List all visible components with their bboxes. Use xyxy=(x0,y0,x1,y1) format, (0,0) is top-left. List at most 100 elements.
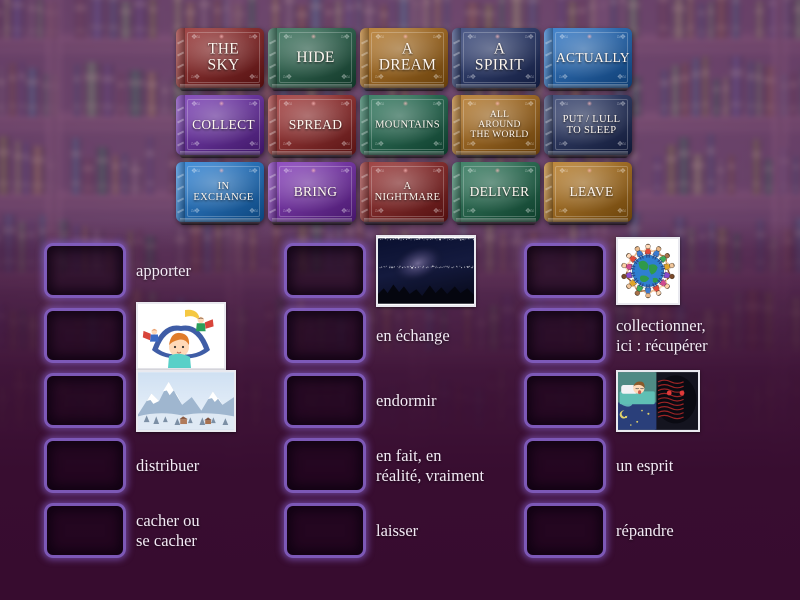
answer-text: endormir xyxy=(376,390,437,410)
card-corner-flourish-icon: ≈❖ xyxy=(248,100,258,108)
card-corner-flourish-icon: ≈❖ xyxy=(467,140,476,148)
answer-cell xyxy=(44,301,284,370)
word-card[interactable]: ❖≈ ≈❖ ≈❖ ❖≈ COLLECT xyxy=(176,95,264,158)
answer-cell xyxy=(44,368,284,433)
answer-text: un esprit xyxy=(616,455,674,475)
card-row: ❖≈ ≈❖ ≈❖ ❖≈ COLLECT ❖≈ ≈❖ ≈❖ ❖≈ SPREAD ❖≈ ≈❖ ≈❖ ❖≈ MOU… xyxy=(176,95,632,158)
card-center-ornament-icon xyxy=(219,168,224,173)
word-card[interactable]: ❖≈ ≈❖ ≈❖ ❖≈ ALL AROUND THE WORLD xyxy=(452,95,540,158)
word-card[interactable]: ❖≈ ≈❖ ≈❖ ❖≈ HIDE xyxy=(268,28,356,91)
drop-slot[interactable] xyxy=(44,243,126,298)
card-pages-edge xyxy=(364,218,444,225)
card-center-ornament-icon xyxy=(587,34,592,39)
answer-text: en fait, en réalité, vraiment xyxy=(376,445,485,485)
card-corner-flourish-icon: ❖≈ xyxy=(283,33,292,41)
card-spine xyxy=(360,162,369,222)
card-corner-flourish-icon: ❖≈ xyxy=(559,33,568,41)
card-corner-flourish-icon: ≈❖ xyxy=(467,73,476,81)
card-pages-edge xyxy=(456,84,536,91)
drop-slot[interactable] xyxy=(524,243,606,298)
card-pages-edge xyxy=(180,151,260,158)
drop-slot[interactable] xyxy=(524,503,606,558)
answer-text: apporter xyxy=(136,260,191,280)
word-card[interactable]: ❖≈ ≈❖ ≈❖ ❖≈ BRING xyxy=(268,162,356,225)
card-corner-flourish-icon: ≈❖ xyxy=(524,33,534,41)
card-corner-flourish-icon: ❖≈ xyxy=(524,140,534,148)
word-card[interactable]: ❖≈ ≈❖ ≈❖ ❖≈ THE SKY xyxy=(176,28,264,91)
drop-slot[interactable] xyxy=(44,373,126,428)
card-corner-flourish-icon: ≈❖ xyxy=(340,33,350,41)
word-card[interactable]: ❖≈ ≈❖ ≈❖ ❖≈ MOUNTAINS xyxy=(360,95,448,158)
word-card[interactable]: ❖≈ ≈❖ ≈❖ ❖≈ A NIGHTMARE xyxy=(360,162,448,225)
answer-cell: en échange xyxy=(284,303,524,368)
card-center-ornament-icon xyxy=(311,34,316,39)
card-corner-flourish-icon: ❖≈ xyxy=(191,33,200,41)
drop-slot[interactable] xyxy=(284,438,366,493)
card-cover: ❖≈ ≈❖ ≈❖ ❖≈ xyxy=(360,162,448,222)
answer-cell: distribuer xyxy=(44,433,284,498)
card-corner-flourish-icon: ❖≈ xyxy=(375,100,384,108)
card-corner-flourish-icon: ❖≈ xyxy=(340,73,350,81)
word-card[interactable]: ❖≈ ≈❖ ≈❖ ❖≈ PUT / LULL TO SLEEP xyxy=(544,95,632,158)
card-spine xyxy=(360,28,369,88)
answer-cell: cacher ou se cacher xyxy=(44,498,284,563)
card-center-ornament-icon xyxy=(403,168,408,173)
card-spine xyxy=(544,95,553,155)
card-center-ornament-icon xyxy=(495,34,500,39)
card-corner-flourish-icon: ≈❖ xyxy=(191,140,200,148)
word-card[interactable]: ❖≈ ≈❖ ≈❖ ❖≈ DELIVER xyxy=(452,162,540,225)
answer-cell: répandre xyxy=(524,498,784,563)
answer-cell: collectionner, ici : récupérer xyxy=(524,303,784,368)
answer-image-night-sky-stars-photo xyxy=(376,234,476,307)
card-cover: ❖≈ ≈❖ ≈❖ ❖≈ xyxy=(268,95,356,155)
card-pages-edge xyxy=(180,84,260,91)
card-center-ornament-icon xyxy=(311,101,316,106)
card-corner-flourish-icon: ❖≈ xyxy=(432,73,442,81)
drop-slot[interactable] xyxy=(284,373,366,428)
answer-text: cacher ou se cacher xyxy=(136,510,200,550)
card-row: ❖≈ ≈❖ ≈❖ ❖≈ IN EXCHANGE ❖≈ ≈❖ ≈❖ ❖≈ BRING ❖≈ ≈❖ ≈❖ ❖≈ A… xyxy=(176,162,632,225)
word-card[interactable]: ❖≈ ≈❖ ≈❖ ❖≈ A DREAM xyxy=(360,28,448,91)
card-center-ornament-icon xyxy=(311,168,316,173)
word-card[interactable]: ❖≈ ≈❖ ≈❖ ❖≈ IN EXCHANGE xyxy=(176,162,264,225)
card-corner-flourish-icon: ❖≈ xyxy=(467,167,476,175)
card-corner-flourish-icon: ❖≈ xyxy=(340,207,350,215)
drop-slot[interactable] xyxy=(44,308,126,363)
card-corner-flourish-icon: ❖≈ xyxy=(524,207,534,215)
drop-slot[interactable] xyxy=(524,438,606,493)
card-corner-flourish-icon: ≈❖ xyxy=(283,140,292,148)
answer-image-child-dreaming-illustration xyxy=(136,301,226,370)
drop-slot[interactable] xyxy=(524,373,606,428)
word-card[interactable]: ❖≈ ≈❖ ≈❖ ❖≈ ACTUALLY xyxy=(544,28,632,91)
answer-text: répandre xyxy=(616,520,674,540)
card-pages-edge xyxy=(548,151,628,158)
drop-slot[interactable] xyxy=(524,308,606,363)
answer-content: en fait, en réalité, vraiment xyxy=(366,446,524,486)
card-cover: ❖≈ ≈❖ ≈❖ ❖≈ xyxy=(452,162,540,222)
answer-text: en échange xyxy=(376,325,450,345)
answer-content: en échange xyxy=(366,326,524,346)
card-cover: ❖≈ ≈❖ ≈❖ ❖≈ xyxy=(268,162,356,222)
answer-content: endormir xyxy=(366,391,524,411)
drop-slot[interactable] xyxy=(284,243,366,298)
word-card[interactable]: ❖≈ ≈❖ ≈❖ ❖≈ A SPIRIT xyxy=(452,28,540,91)
card-center-ornament-icon xyxy=(495,168,500,173)
drop-slot[interactable] xyxy=(284,308,366,363)
answer-image-snowy-mountains-photo xyxy=(136,369,236,432)
word-card[interactable]: ❖≈ ≈❖ ≈❖ ❖≈ SPREAD xyxy=(268,95,356,158)
drop-slot[interactable] xyxy=(284,503,366,558)
card-spine xyxy=(544,162,553,222)
card-center-ornament-icon xyxy=(219,101,224,106)
card-corner-flourish-icon: ❖≈ xyxy=(467,33,476,41)
answer-content: distribuer xyxy=(126,456,284,476)
word-card[interactable]: ❖≈ ≈❖ ≈❖ ❖≈ LEAVE xyxy=(544,162,632,225)
drop-slot[interactable] xyxy=(44,503,126,558)
card-corner-flourish-icon: ≈❖ xyxy=(375,207,384,215)
card-spine xyxy=(452,162,461,222)
answer-image-child-nightmare-illustration xyxy=(616,369,700,432)
card-corner-flourish-icon: ❖≈ xyxy=(283,100,292,108)
drop-slot[interactable] xyxy=(44,438,126,493)
answer-text: distribuer xyxy=(136,455,200,475)
card-center-ornament-icon xyxy=(403,34,408,39)
card-corner-flourish-icon: ❖≈ xyxy=(432,140,442,148)
